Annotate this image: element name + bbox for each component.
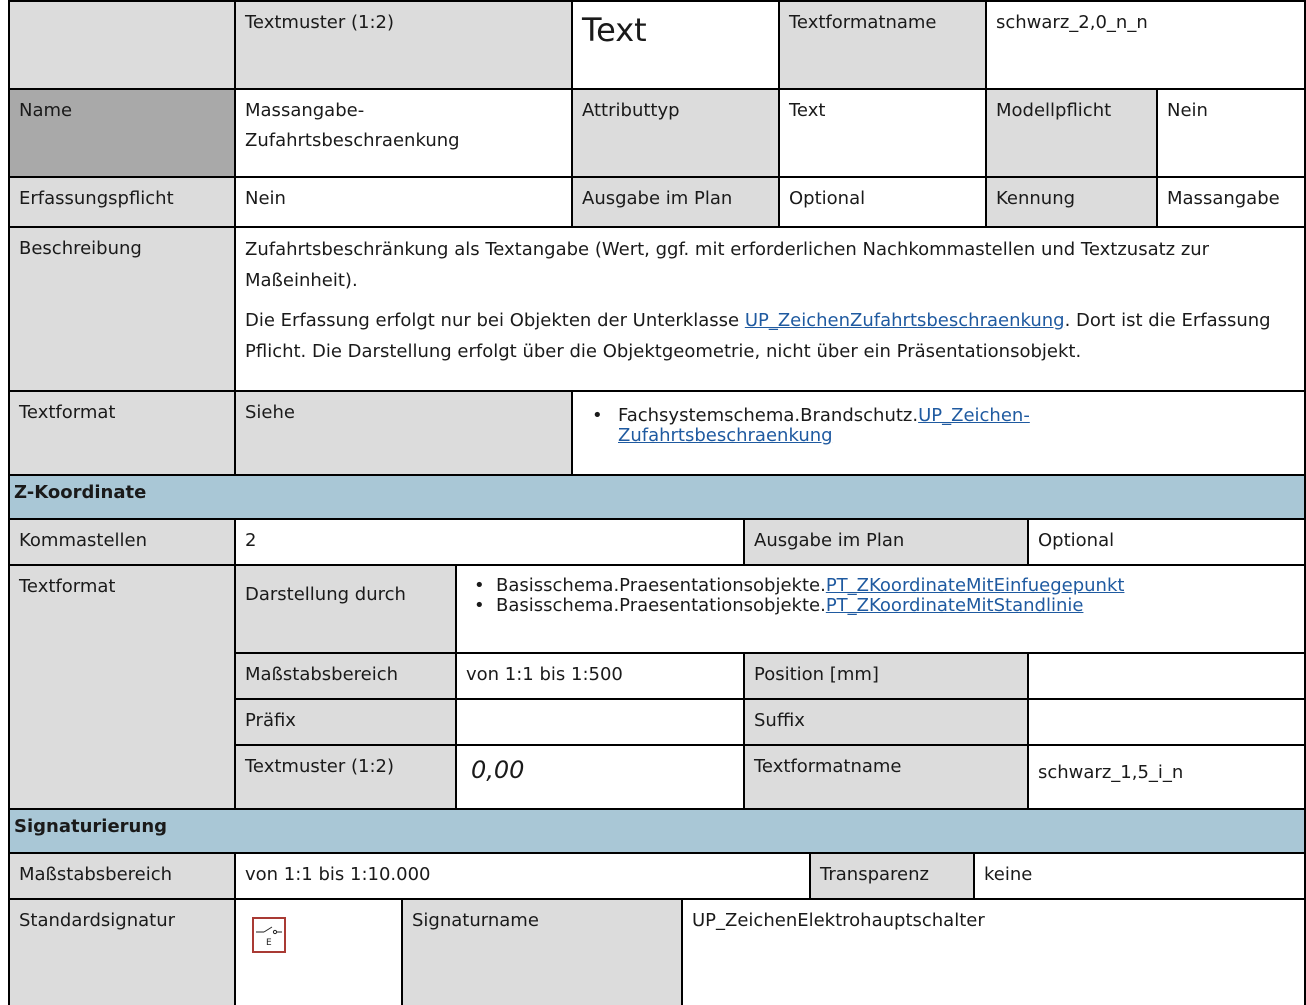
name-value-line1: Massangabe- xyxy=(245,100,365,121)
textmuster-sample: Text xyxy=(571,0,778,88)
bullet-icon: • xyxy=(474,575,485,596)
signaturierung-section-title: Signaturierung xyxy=(8,808,1306,852)
attributtyp-value: Text xyxy=(778,88,985,176)
name-row: Name Massangabe- Zufahrtsbeschraenkung A… xyxy=(8,88,1306,176)
kennung-label: Kennung xyxy=(985,176,1156,226)
attributtyp-label: Attributtyp xyxy=(571,88,778,176)
ausgabe-im-plan-label: Ausgabe im Plan xyxy=(571,176,778,226)
z-koordinate-section-title: Z-Koordinate xyxy=(8,474,1306,518)
link-pt-zkoordinate-mit-einfuegepunkt[interactable]: PT_ZKoordinateMitEinfuegepunkt xyxy=(826,575,1125,596)
beschreibung-paragraph-2: Die Erfassung erfolgt nur bei Objekten d… xyxy=(245,305,1295,367)
z-textformatname-label: Textformatname xyxy=(743,744,1027,808)
signaturname-label: Signaturname xyxy=(401,898,681,1005)
name-value-line2: Zufahrtsbeschraenkung xyxy=(245,130,460,151)
standardsignatur-row: Standardsignatur E Signaturname UP_Zeich… xyxy=(8,898,1306,1005)
kommastellen-label: Kommastellen xyxy=(8,518,234,564)
siehe-link-line1: UP_Zeichen- xyxy=(918,405,1030,426)
kennung-value: Massangabe xyxy=(1156,176,1306,226)
sig-massstab-row: Maßstabsbereich von 1:1 bis 1:10.000 Tra… xyxy=(8,852,1306,898)
darstellung-row: Darstellung durch • Basisschema.Praesenta… xyxy=(8,564,1306,652)
link-up-zeichen-zufahrtsbeschraenkung[interactable]: UP_ZeichenZufahrtsbeschraenkung xyxy=(745,310,1065,331)
header-row: Textmuster (1:2) Text Textformatname sch… xyxy=(8,0,1306,88)
kommastellen-value: 2 xyxy=(234,518,743,564)
erfassungspflicht-value: Nein xyxy=(234,176,571,226)
textmuster-label: Textmuster (1:2) xyxy=(234,0,571,88)
modellpflicht-label: Modellpflicht xyxy=(985,88,1156,176)
praefix-row: Präfix Suffix xyxy=(8,698,1306,744)
erfassungspflicht-label: Erfassungspflicht xyxy=(8,176,234,226)
siehe-label: Siehe xyxy=(234,390,571,474)
darstellung-list: • Basisschema.Praesentationsobjekte.PT_ZK… xyxy=(466,576,1295,616)
z-massstab-row: Maßstabsbereich von 1:1 bis 1:500 Positi… xyxy=(8,652,1306,698)
beschreibung-paragraph-1: Zufahrtsbeschränkung als Textangabe (Wer… xyxy=(245,239,1210,291)
switch-symbol-letter: E xyxy=(266,938,272,948)
z-massstabsbereich-label: Maßstabsbereich xyxy=(234,652,455,698)
z-textmuster-row: Textmuster (1:2) 0,00 Textformatname sch… xyxy=(8,744,1306,808)
modellpflicht-value: Nein xyxy=(1156,88,1306,176)
z-koordinate-section-row: Z-Koordinate xyxy=(8,474,1306,518)
link-pt-zkoordinate-mit-standlinie[interactable]: PT_ZKoordinateMitStandlinie xyxy=(826,595,1084,616)
textformat-row: Textformat Siehe • Fachsystemschema.Brand… xyxy=(8,390,1306,474)
position-mm-label: Position [mm] xyxy=(743,652,1027,698)
textformat-label: Textformat xyxy=(8,390,234,474)
switch-symbol-graphic: E xyxy=(256,926,282,948)
praefix-value xyxy=(455,698,743,744)
standardsignatur-label: Standardsignatur xyxy=(8,898,234,1005)
beschreibung-label: Beschreibung xyxy=(8,226,234,390)
sig-massstabsbereich-value: von 1:1 bis 1:10.000 xyxy=(234,852,809,898)
suffix-label: Suffix xyxy=(743,698,1027,744)
darstellung-item-prefix: Basisschema.Praesentationsobjekte. xyxy=(496,595,826,616)
z-massstabsbereich-value: von 1:1 bis 1:500 xyxy=(455,652,743,698)
darstellung-durch-label: Darstellung durch xyxy=(234,564,455,652)
transparenz-value: keine xyxy=(973,852,1306,898)
darstellung-item-prefix: Basisschema.Praesentationsobjekte. xyxy=(496,575,826,596)
z-textmuster-label: Textmuster (1:2) xyxy=(234,744,455,808)
darstellung-list-cell: • Basisschema.Praesentationsobjekte.PT_ZK… xyxy=(455,564,1306,652)
beschreibung-row: Beschreibung Zufahrtsbeschränkung als Te… xyxy=(8,226,1306,390)
z-textformatname-value: schwarz_1,5_i_n xyxy=(1027,744,1306,808)
siehe-list-cell: • Fachsystemschema.Brandschutz.UP_Zeichen… xyxy=(571,390,1306,474)
bullet-icon: • xyxy=(474,595,485,616)
erfassungspflicht-row: Erfassungspflicht Nein Ausgabe im Plan O… xyxy=(8,176,1306,226)
darstellung-item-standlinie: • Basisschema.Praesentationsobjekte.PT_ZK… xyxy=(466,596,1295,616)
beschreibung-p2-text-before: Die Erfassung erfolgt nur bei Objekten d… xyxy=(245,310,745,331)
darstellung-item-einfuegepunkt: • Basisschema.Praesentationsobjekte.PT_ZK… xyxy=(466,576,1295,596)
z-ausgabe-im-plan-value: Optional xyxy=(1027,518,1306,564)
textformatname-label: Textformatname xyxy=(778,0,985,88)
bullet-icon: • xyxy=(592,405,603,426)
signaturierung-section-row: Signaturierung xyxy=(8,808,1306,852)
siehe-link-line2: Zufahrtsbeschraenkung xyxy=(618,425,833,446)
signaturname-value: UP_ZeichenElektrohauptschalter xyxy=(681,898,1306,1005)
name-label: Name xyxy=(8,88,234,176)
kommastellen-row: Kommastellen 2 Ausgabe im Plan Optional xyxy=(8,518,1306,564)
praefix-label: Präfix xyxy=(234,698,455,744)
siehe-item-prefix: Fachsystemschema.Brandschutz. xyxy=(618,405,919,426)
standardsignatur-symbol-cell: E xyxy=(234,898,401,1005)
electrical-main-switch-icon: E xyxy=(252,917,286,953)
textformatname-value: schwarz_2,0_n_n xyxy=(985,0,1306,88)
transparenz-label: Transparenz xyxy=(809,852,973,898)
ausgabe-im-plan-value: Optional xyxy=(778,176,985,226)
beschreibung-value: Zufahrtsbeschränkung als Textangabe (Wer… xyxy=(234,226,1306,390)
sig-massstabsbereich-label: Maßstabsbereich xyxy=(8,852,234,898)
siehe-list: • Fachsystemschema.Brandschutz.UP_Zeichen… xyxy=(582,406,1295,446)
name-value: Massangabe- Zufahrtsbeschraenkung xyxy=(234,88,571,176)
suffix-value xyxy=(1027,698,1306,744)
position-mm-value xyxy=(1027,652,1306,698)
z-textmuster-sample: 0,00 xyxy=(455,744,743,808)
z-ausgabe-im-plan-label: Ausgabe im Plan xyxy=(743,518,1027,564)
siehe-list-item: • Fachsystemschema.Brandschutz.UP_Zeichen… xyxy=(582,406,1295,446)
header-corner-cell xyxy=(8,0,234,88)
